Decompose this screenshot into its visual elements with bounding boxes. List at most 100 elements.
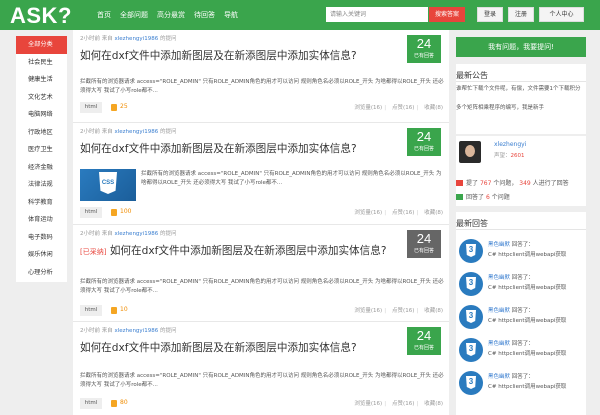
coin-icon [111,209,117,216]
favorites-count[interactable]: 收藏(8) [424,401,443,407]
site-logo[interactable]: ASK? [10,3,72,29]
author-link[interactable]: xlezhengyi1986 [115,129,159,135]
author-link[interactable]: xlezhengyi1986 [115,231,159,237]
category-item[interactable]: 体育运动 [16,211,67,229]
tag-html[interactable]: html [80,102,102,113]
asked-label: 的提问 [159,231,177,237]
category-item[interactable]: 电子数码 [16,229,67,247]
question-title[interactable]: 如何在dxf文件中添加新图层及在新添图层中添加实体信息? [80,142,406,156]
register-button[interactable]: 注册 [508,7,534,22]
answer-item[interactable]: 3 黑色幽默 回答了： C# httpclient调用webapi获取 [456,272,586,298]
category-item[interactable]: 社会民生 [16,54,67,72]
post-time: 2小时前 [80,328,100,334]
favorites-count[interactable]: 收藏(8) [424,308,443,314]
css3-icon: 3 [459,239,483,263]
tag-html[interactable]: html [80,398,102,409]
css3-glyph: 3 [466,376,476,389]
category-item[interactable]: 行政地区 [16,124,67,142]
likes-count[interactable]: 点赞(16) [392,401,414,407]
views-count: 浏览量(16) [354,401,383,407]
answer-user[interactable]: 黑色幽默 [488,308,510,314]
from-label: 来自 [101,328,113,334]
question-excerpt: 拦截所有的浏览器请求 access="ROLE_ADMIN" 只有ROLE_AD… [80,79,444,94]
login-button[interactable]: 登录 [477,7,503,22]
category-item[interactable]: 科学教育 [16,194,67,212]
category-item[interactable]: 医疗卫生 [16,141,67,159]
answer-text[interactable]: C# httpclient调用webapi获取 [488,316,566,324]
avatar[interactable] [459,141,481,163]
latest-answers-panel: 最新回答 3 黑色幽默 回答了： C# httpclient调用webapi获取… [456,212,586,415]
answer-count: 24 [416,36,432,51]
answer-verb: 回答了： [511,275,534,281]
user-name[interactable]: xlezhengyi [494,141,526,148]
answer-item[interactable]: 3 黑色幽默 回答了： C# httpclient调用webapi获取 [456,239,586,265]
answer-text[interactable]: C# httpclient调用webapi获取 [488,349,566,357]
avatar-face [465,145,475,157]
category-all[interactable]: 全部分类 [16,36,67,54]
answer-item[interactable]: 3 黑色幽默 回答了： C# httpclient调用webapi获取 [456,371,586,397]
notice-panel: 最新公告 谁帮忙下载个文件呢，有偿，文件需要1个下载积分 多个矩阵相乘程序的编写… [456,64,586,134]
answer-text[interactable]: C# httpclient调用webapi获取 [488,382,566,390]
answer-user[interactable]: 黑色幽默 [488,374,510,380]
question-title[interactable]: 如何在dxf文件中添加新图层及在新添图层中添加实体信息? [80,341,406,355]
notice-item[interactable]: 多个矩阵相乘程序的编写，我是新手 [456,94,586,113]
answer-count-label: 已有回答 [413,248,434,254]
answer-user[interactable]: 黑色幽默 [488,341,510,347]
answer-item[interactable]: 3 黑色幽默 回答了： C# httpclient调用webapi获取 [456,338,586,364]
category-item[interactable]: 电脑网络 [16,106,67,124]
question-stats: 浏览量(16) | 点赞(16) | 收藏(8) [354,308,443,314]
answer-count-label: 已有回答 [413,146,434,152]
likes-count[interactable]: 点赞(16) [392,210,414,216]
answer-user[interactable]: 黑色幽默 [488,275,510,281]
search-input[interactable] [326,7,428,22]
author-link[interactable]: xlezhengyi1986 [115,328,159,334]
bounty-value: 80 [120,399,128,406]
tag-html[interactable]: html [80,207,102,218]
asked-pre: 提了 [466,180,479,187]
question-stats: 浏览量(16) | 点赞(16) | 收藏(8) [354,210,443,216]
answer-text[interactable]: C# httpclient调用webapi获取 [488,250,566,258]
notice-item[interactable]: 谁帮忙下载个文件呢，有偿，文件需要1个下载积分 [456,82,586,94]
answer-count: 24 [416,129,432,144]
favorites-count[interactable]: 收藏(8) [424,210,443,216]
user-answer-stats: 回答了 6 个问题 [456,192,510,201]
css3-icon: 3 [459,272,483,296]
answer-text[interactable]: C# httpclient调用webapi获取 [488,283,566,291]
answer-item[interactable]: 3 黑色幽默 回答了： C# httpclient调用webapi获取 [456,305,586,331]
reputation-value: 2601 [510,153,525,159]
favorites-count[interactable]: 收藏(8) [424,105,443,111]
question-excerpt: 拦截所有的浏览器请求 access="ROLE_ADMIN" 只有ROLE_AD… [80,373,444,388]
nav-unanswered[interactable]: 待回答 [194,0,215,30]
answer-user[interactable]: 黑色幽默 [488,242,510,248]
from-label: 来自 [101,36,113,42]
question-title[interactable]: 如何在dxf文件中添加新图层及在新添图层中添加实体信息? [80,49,406,63]
category-item[interactable]: 心理分析 [16,264,67,282]
likes-count[interactable]: 点赞(16) [392,105,414,111]
css3-icon: CSS [99,172,117,194]
likes-count[interactable]: 点赞(16) [392,308,414,314]
css3-icon: 3 [459,338,483,362]
answer-count-label: 已有回答 [413,345,434,351]
nav-high-bounty[interactable]: 高分悬赏 [157,0,185,30]
latest-answers-title: 最新回答 [456,212,586,230]
category-item[interactable]: 健康生活 [16,71,67,89]
search-button[interactable]: 搜索答案 [429,7,465,22]
category-item[interactable]: 文化艺术 [16,89,67,107]
nav-directory[interactable]: 导航 [224,0,238,30]
category-item[interactable]: 经济金融 [16,159,67,177]
tag-html[interactable]: html [80,305,102,316]
from-label: 来自 [101,231,113,237]
coin-icon [111,400,117,407]
profile-button[interactable]: 个人中心 [539,7,584,22]
post-time: 2小时前 [80,129,100,135]
nav-home[interactable]: 首页 [97,0,111,30]
category-item[interactable]: 娱乐休闲 [16,246,67,264]
question-title[interactable]: [已采纳] 如何在dxf文件中添加新图层及在新添图层中添加实体信息? [80,244,406,259]
author-link[interactable]: xlezhengyi1986 [115,36,159,42]
views-count: 浏览量(16) [354,308,383,314]
bounty-value: 10 [120,306,128,313]
ask-question-button[interactable]: 我有问题，我要提问! [456,37,586,57]
nav-all-questions[interactable]: 全部问题 [120,0,148,30]
question-thumbnail[interactable]: CSS [80,169,136,201]
category-item[interactable]: 法律法规 [16,176,67,194]
